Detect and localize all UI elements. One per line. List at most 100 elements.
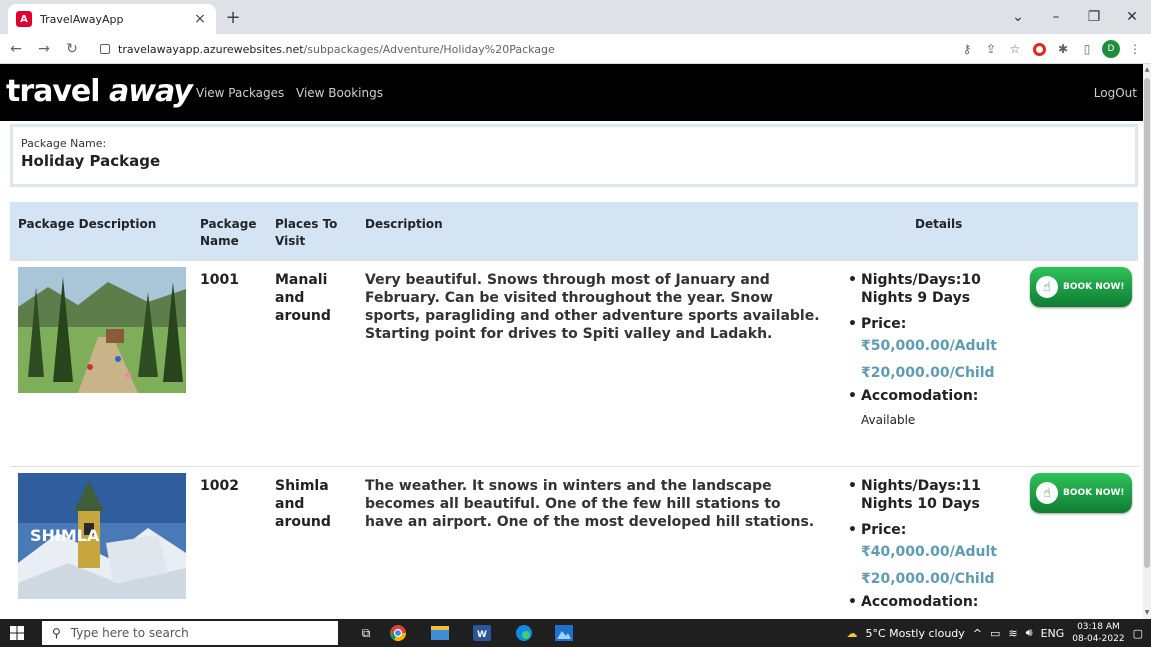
- angular-favicon-icon: A: [16, 11, 32, 27]
- file-explorer-icon[interactable]: [430, 623, 450, 643]
- row-description: The weather. It snows in winters and the…: [365, 478, 815, 530]
- url-text: travelawayapp.azurewebsites.net/subpacka…: [118, 42, 555, 56]
- clock[interactable]: 03:18 AM 08-04-2022: [1072, 621, 1124, 645]
- tab-title: TravelAwayApp: [40, 12, 124, 26]
- side-panel-icon[interactable]: ▯: [1077, 39, 1097, 59]
- row-accommodation-label: Accomodation:: [846, 593, 1026, 611]
- system-tray: ☁ 5°C Mostly cloudy ^ ▭ ≋ 🔊︎ ENG 03:18 A…: [846, 619, 1143, 647]
- word-icon[interactable]: W: [472, 623, 492, 643]
- address-bar[interactable]: travelawayapp.azurewebsites.net/subpacka…: [100, 37, 900, 61]
- header-details: Details: [915, 217, 963, 231]
- browser-tabstrip: A TravelAwayApp × + ⌄ – ❐ ✕: [0, 0, 1151, 34]
- photos-icon[interactable]: [554, 623, 574, 643]
- package-name-card: Package Name: Holiday Package: [10, 124, 1138, 187]
- table-header: Package Description Package Name Places …: [10, 202, 1138, 260]
- close-tab-icon[interactable]: ×: [192, 11, 208, 27]
- row-nights: Nights/Days:11 Nights 10 Days: [846, 477, 1026, 513]
- notifications-icon[interactable]: ▢: [1133, 627, 1143, 640]
- nav-view-bookings[interactable]: View Bookings: [296, 86, 383, 100]
- shimla-image: SHIMLA: [18, 473, 186, 599]
- row-price-label: Price:: [846, 315, 1026, 333]
- menu-icon[interactable]: ⋮: [1125, 39, 1145, 59]
- web-page: travel away View Packages View Bookings …: [0, 64, 1143, 619]
- tab-search-icon[interactable]: ⌄: [999, 0, 1037, 34]
- shimla-caption: SHIMLA: [30, 526, 100, 545]
- row-places: Manali and around: [275, 272, 331, 324]
- opera-extension-icon[interactable]: [1029, 39, 1049, 59]
- header-package-name: Package Name: [200, 217, 257, 248]
- logout-link[interactable]: LogOut: [1094, 86, 1137, 100]
- cloud-weather-icon: ☁: [846, 626, 858, 640]
- package-name-value: Holiday Package: [21, 152, 161, 170]
- svg-text:W: W: [477, 630, 487, 640]
- edge-icon[interactable]: [514, 623, 534, 643]
- close-window-icon[interactable]: ✕: [1113, 0, 1151, 34]
- language-indicator[interactable]: ENG: [1041, 627, 1065, 640]
- lock-icon: [100, 44, 110, 54]
- book-now-label: BOOK NOW!: [1063, 282, 1125, 292]
- scroll-thumb[interactable]: [1144, 78, 1150, 568]
- new-tab-icon[interactable]: +: [222, 8, 244, 30]
- row-places: Shimla and around: [275, 478, 331, 530]
- forward-icon[interactable]: →: [32, 37, 56, 61]
- row-details: Nights/Days:10 Nights 9 Days Price: ₹50,…: [846, 271, 1026, 427]
- task-view-icon[interactable]: ⧉: [356, 623, 376, 643]
- hand-pointer-icon: ☝: [1036, 482, 1058, 504]
- row-price-adult: ₹40,000.00/Adult: [861, 544, 997, 560]
- network-icon[interactable]: ▭: [990, 627, 1000, 640]
- brand-logo[interactable]: travel away: [6, 74, 193, 109]
- screen: A TravelAwayApp × + ⌄ – ❐ ✕ ← → ↻ travel…: [0, 0, 1151, 647]
- extensions-icon[interactable]: ✱: [1053, 39, 1073, 59]
- row-details: Nights/Days:11 Nights 10 Days Price: ₹40…: [846, 477, 1026, 611]
- restore-icon[interactable]: ❐: [1075, 0, 1113, 34]
- row-package-name: 1001: [200, 272, 239, 288]
- book-now-button[interactable]: ☝ BOOK NOW!: [1030, 473, 1132, 513]
- scroll-up-icon[interactable]: ▲: [1144, 66, 1150, 74]
- search-icon: ⚲: [52, 626, 61, 640]
- manali-image: [18, 267, 186, 393]
- browser-tab[interactable]: A TravelAwayApp ×: [8, 4, 216, 34]
- back-icon[interactable]: ←: [4, 37, 28, 61]
- hand-pointer-icon: ☝: [1036, 276, 1058, 298]
- row-accommodation-value: Available: [861, 413, 916, 427]
- chrome-taskbar-icon[interactable]: [388, 623, 408, 643]
- row-nights: Nights/Days:10 Nights 9 Days: [846, 271, 1026, 307]
- windows-taskbar: ⚲ Type here to search ⧉ W ☁ 5°C Mostly c…: [0, 619, 1151, 647]
- table-row: 1001 Manali and around Very beautiful. S…: [10, 260, 1138, 466]
- row-accommodation-label: Accomodation:: [846, 387, 1026, 405]
- minimize-icon[interactable]: –: [1037, 0, 1075, 34]
- row-price-child: ₹20,000.00/Child: [861, 571, 995, 587]
- packages-table: Package Description Package Name Places …: [10, 202, 1138, 619]
- header-places: Places To Visit: [275, 217, 338, 248]
- toolbar-actions: ⚷ ⇪ ☆ ✱ ▯ D ⋮: [957, 37, 1145, 61]
- app-navbar: travel away View Packages View Bookings …: [0, 64, 1143, 121]
- book-now-button[interactable]: ☝ BOOK NOW!: [1030, 267, 1132, 307]
- key-icon[interactable]: ⚷: [957, 39, 977, 59]
- header-description: Description: [365, 217, 443, 231]
- reload-icon[interactable]: ↻: [60, 37, 84, 61]
- taskbar-search-input[interactable]: ⚲ Type here to search: [42, 621, 338, 645]
- volume-icon[interactable]: 🔊︎: [1026, 626, 1033, 640]
- window-controls: ⌄ – ❐ ✕: [999, 0, 1151, 34]
- chevron-up-icon[interactable]: ^: [973, 627, 982, 640]
- row-price-label: Price:: [846, 521, 1026, 539]
- windows-start-icon[interactable]: [10, 626, 24, 640]
- table-row: SHIMLA 1002 Shimla and around The weathe…: [10, 466, 1138, 619]
- page-scrollbar[interactable]: ▲ ▼: [1143, 64, 1151, 619]
- browser-toolbar: ← → ↻ travelawayapp.azurewebsites.net/su…: [0, 34, 1151, 64]
- row-package-name: 1002: [200, 478, 239, 494]
- scroll-down-icon[interactable]: ▼: [1144, 609, 1150, 617]
- share-icon[interactable]: ⇪: [981, 39, 1001, 59]
- star-icon[interactable]: ☆: [1005, 39, 1025, 59]
- wifi-icon[interactable]: ≋: [1008, 627, 1017, 640]
- row-description: Very beautiful. Snows through most of Ja…: [365, 272, 820, 342]
- row-price-child: ₹20,000.00/Child: [861, 365, 995, 381]
- search-placeholder: Type here to search: [70, 626, 189, 640]
- nav-view-packages[interactable]: View Packages: [196, 86, 284, 100]
- profile-avatar[interactable]: D: [1101, 39, 1121, 59]
- row-price-adult: ₹50,000.00/Adult: [861, 338, 997, 354]
- package-name-label: Package Name:: [21, 137, 107, 150]
- book-now-label: BOOK NOW!: [1063, 488, 1125, 498]
- weather-text[interactable]: 5°C Mostly cloudy: [865, 627, 964, 640]
- header-package-description: Package Description: [18, 217, 157, 231]
